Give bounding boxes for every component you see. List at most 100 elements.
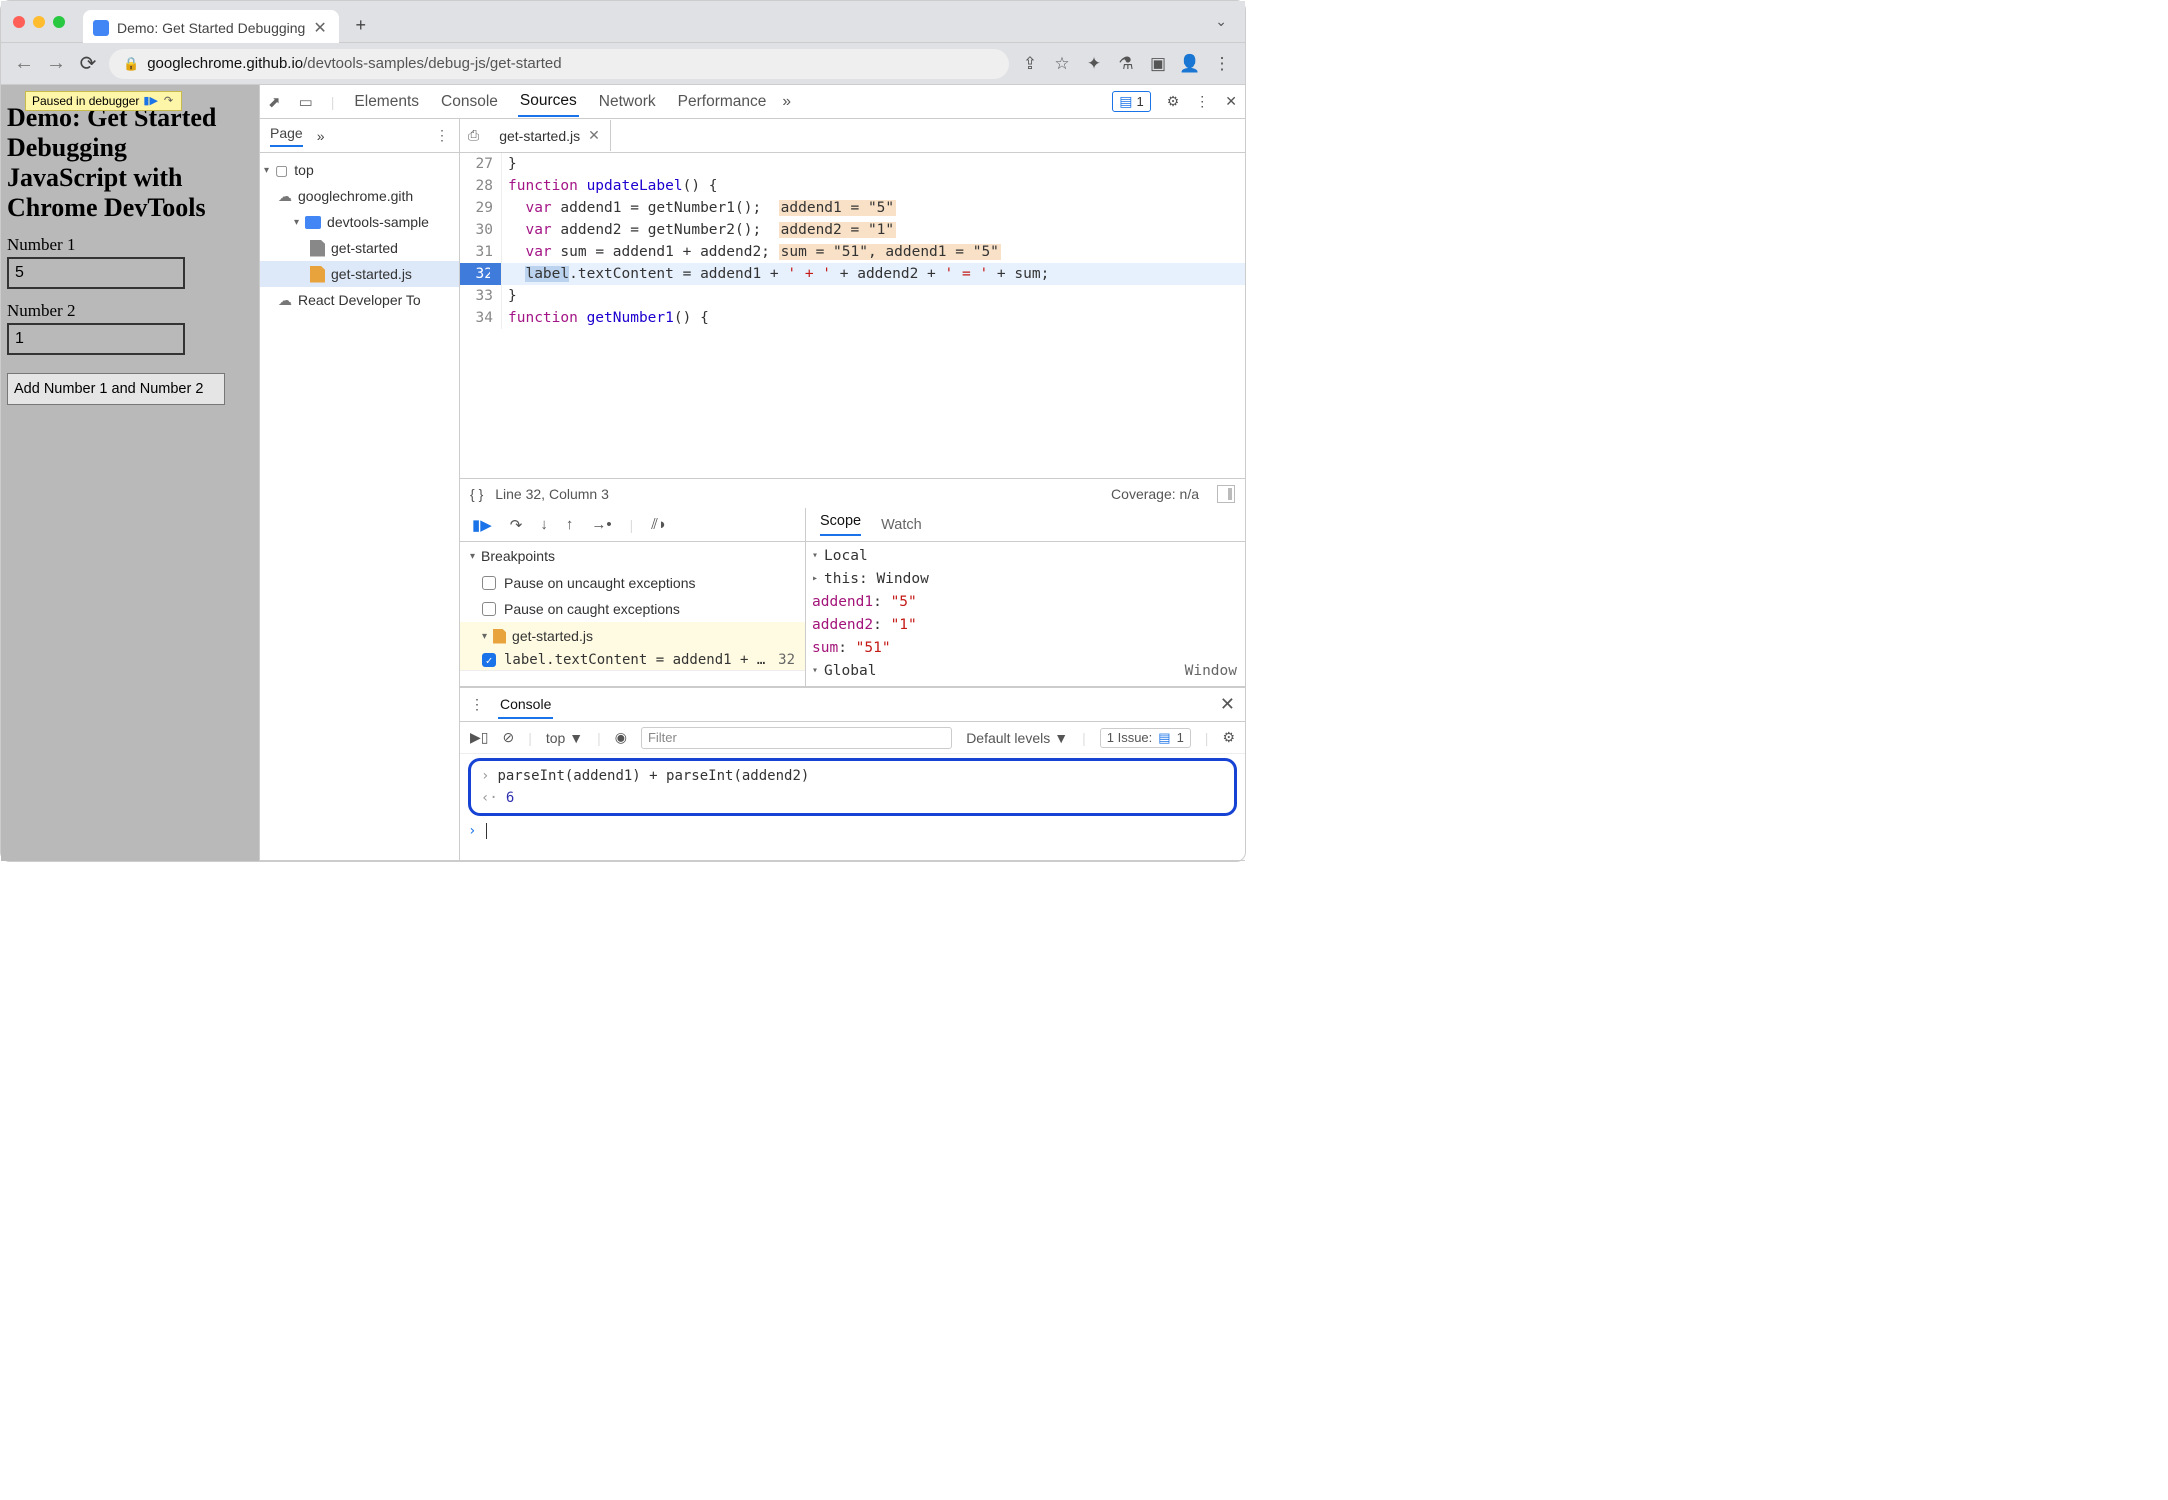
issues-badge[interactable]: ▤1 <box>1112 91 1150 112</box>
log-level-selector[interactable]: Default levels ▼ <box>966 730 1068 746</box>
traffic-lights <box>13 16 65 28</box>
settings-icon[interactable]: ⚙ <box>1167 93 1180 110</box>
pause-caught-checkbox[interactable] <box>482 602 496 616</box>
close-devtools-icon[interactable]: ✕ <box>1225 93 1237 110</box>
console-output-line: 6 <box>506 790 514 806</box>
step-icon[interactable]: →• <box>591 516 611 533</box>
tab-sources[interactable]: Sources <box>518 86 579 117</box>
resume-icon[interactable]: ▮▶ <box>472 516 492 534</box>
tab-console[interactable]: Console <box>439 87 500 117</box>
inspect-element-icon[interactable]: ⬈ <box>268 93 281 111</box>
maximize-window[interactable] <box>53 16 65 28</box>
coverage-status: Coverage: n/a <box>1111 486 1199 502</box>
minimize-window[interactable] <box>33 16 45 28</box>
tree-file-html[interactable]: get-started <box>260 235 459 261</box>
deactivate-bp-icon[interactable]: ⫽◗ <box>651 516 667 533</box>
num1-input[interactable] <box>7 257 185 289</box>
debugger-controls: ▮▶ ↷ ↓ ↑ →• | ⫽◗ <box>460 508 805 542</box>
console-drawer: ⋮ Console ✕ ▶▯ ⊘ | top ▼ | ◉ Filter Defa… <box>460 687 1245 860</box>
close-file-icon[interactable]: ✕ <box>588 127 600 144</box>
clear-console-icon[interactable]: ⊘ <box>502 729 514 746</box>
close-window[interactable] <box>13 16 25 28</box>
pause-uncaught-checkbox[interactable] <box>482 576 496 590</box>
tab-performance[interactable]: Performance <box>676 87 769 117</box>
overlay-resume-icon[interactable]: ▮▶ <box>143 94 157 108</box>
page-title: Demo: Get Started Debugging JavaScript w… <box>7 103 253 223</box>
add-button[interactable]: Add Number 1 and Number 2 <box>7 373 225 405</box>
tabs-menu-icon[interactable]: ⌄ <box>1215 13 1227 30</box>
overlay-step-icon[interactable]: ↷ <box>161 94 175 108</box>
toggle-navigator-icon[interactable]: ⎙ <box>468 127 479 144</box>
tree-file-js[interactable]: get-started.js <box>260 261 459 287</box>
editor-tab[interactable]: get-started.js✕ <box>489 120 611 151</box>
sidepanel-icon[interactable]: ▣ <box>1147 54 1169 74</box>
num1-label: Number 1 <box>7 235 253 255</box>
navigator-overflow-icon[interactable]: » <box>317 128 325 144</box>
step-into-icon[interactable]: ↓ <box>540 516 548 533</box>
address-bar[interactable]: 🔒 googlechrome.github.io/devtools-sample… <box>109 49 1009 79</box>
drawer-close-icon[interactable]: ✕ <box>1220 694 1235 715</box>
highlighted-console-io: ›parseInt(addend1) + parseInt(addend2) ‹… <box>468 758 1237 816</box>
window-titlebar: Demo: Get Started Debugging ✕ + ⌄ <box>1 1 1245 43</box>
navigator-menu-icon[interactable]: ⋮ <box>435 127 449 144</box>
kebab-icon[interactable]: ⋮ <box>1195 93 1209 110</box>
watch-tab[interactable]: Watch <box>881 517 922 533</box>
sources-navigator: Page » ⋮ ▾▢top ☁googlechrome.gith ▾devto… <box>260 119 460 860</box>
num2-label: Number 2 <box>7 301 253 321</box>
breakpoint-row[interactable]: ✓ label.textContent = addend1 + ' … 32 <box>460 650 805 670</box>
breakpoint-checkbox[interactable]: ✓ <box>482 653 496 667</box>
tabs-overflow-icon[interactable]: » <box>780 87 793 117</box>
code-area[interactable]: 27} 28function updateLabel() { 29 var ad… <box>460 153 1245 478</box>
live-expression-icon[interactable]: ◉ <box>615 729 627 746</box>
back-button[interactable]: ← <box>13 52 35 75</box>
scope-panel: ▾ Local ▸ this: Window addend1: "5" adde… <box>806 542 1245 686</box>
device-toggle-icon[interactable]: ▭ <box>299 93 313 111</box>
console-input-line: parseInt(addend1) + parseInt(addend2) <box>497 768 809 784</box>
breakpoints-section: ▾Breakpoints Pause on uncaught exception… <box>460 542 805 671</box>
paused-overlay: Paused in debugger ▮▶ ↷ <box>25 91 182 111</box>
pretty-print-icon[interactable]: { } <box>470 486 483 502</box>
forward-button[interactable]: → <box>45 52 67 75</box>
context-selector[interactable]: top ▼ <box>546 730 583 746</box>
tab-network[interactable]: Network <box>597 87 658 117</box>
source-editor: ⎙ get-started.js✕ 27} 28function updateL… <box>460 119 1245 860</box>
tab-elements[interactable]: Elements <box>352 87 421 117</box>
drawer-tab-console[interactable]: Console <box>498 691 553 719</box>
close-tab-icon[interactable]: ✕ <box>313 18 326 38</box>
tree-folder[interactable]: ▾devtools-sample <box>260 209 459 235</box>
tree-extension[interactable]: ☁React Developer To <box>260 287 459 313</box>
browser-toolbar: ← → ⟳ 🔒 googlechrome.github.io/devtools-… <box>1 43 1245 85</box>
lock-icon: 🔒 <box>123 56 139 72</box>
favicon <box>93 20 109 36</box>
console-settings-icon[interactable]: ⚙ <box>1222 729 1235 746</box>
rendered-page: Paused in debugger ▮▶ ↷ Demo: Get Starte… <box>1 85 259 861</box>
paused-label: Paused in debugger <box>32 94 139 108</box>
new-tab-button[interactable]: + <box>347 12 375 40</box>
reload-button[interactable]: ⟳ <box>77 51 99 76</box>
cursor-position: Line 32, Column 3 <box>495 486 609 502</box>
share-icon[interactable]: ⇪ <box>1019 54 1041 74</box>
console-sidebar-icon[interactable]: ▶▯ <box>470 729 488 746</box>
step-out-icon[interactable]: ↑ <box>566 516 574 533</box>
tree-origin[interactable]: ☁googlechrome.gith <box>260 183 459 209</box>
tab-title: Demo: Get Started Debugging <box>117 20 305 36</box>
extensions-icon[interactable]: ✦ <box>1083 54 1105 74</box>
console-filter-input[interactable]: Filter <box>641 727 952 749</box>
devtools-tabbar: ⬈ ▭ | Elements Console Sources Network P… <box>260 85 1245 119</box>
devtools: ⬈ ▭ | Elements Console Sources Network P… <box>259 85 1245 861</box>
profile-icon[interactable]: 👤 <box>1179 54 1201 74</box>
console-cursor[interactable] <box>486 823 487 839</box>
scope-tab[interactable]: Scope <box>820 513 861 536</box>
drawer-menu-icon[interactable]: ⋮ <box>470 696 484 713</box>
tree-top[interactable]: ▾▢top <box>260 157 459 183</box>
bookmark-icon[interactable]: ☆ <box>1051 54 1073 74</box>
navigator-tab-page[interactable]: Page <box>270 125 303 147</box>
browser-tab[interactable]: Demo: Get Started Debugging ✕ <box>83 10 339 44</box>
issues-icon: ▤ <box>1119 93 1132 110</box>
menu-icon[interactable]: ⋮ <box>1211 54 1233 74</box>
num2-input[interactable] <box>7 323 185 355</box>
scrollbar-icon <box>1217 485 1235 503</box>
console-issues[interactable]: 1 Issue:▤1 <box>1100 728 1191 748</box>
step-over-icon[interactable]: ↷ <box>510 516 523 534</box>
labs-icon[interactable]: ⚗ <box>1115 54 1137 74</box>
